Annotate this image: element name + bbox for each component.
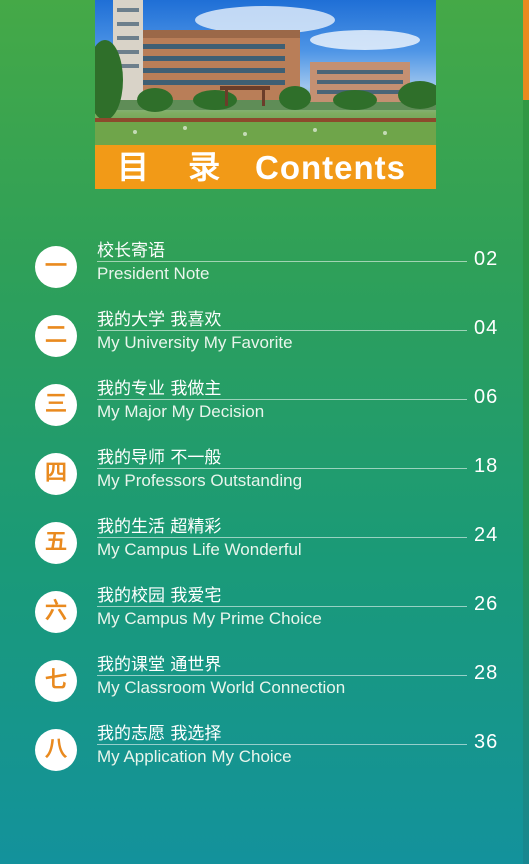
- toc-item[interactable]: 七 我的课堂 通世界 My Classroom World Connection…: [0, 655, 529, 720]
- toc-item[interactable]: 二 我的大学 我喜欢 My University My Favorite 04: [0, 310, 529, 375]
- chapter-title-en: President Note: [97, 264, 210, 283]
- page-number: 04: [474, 317, 499, 339]
- divider-line: [97, 537, 467, 538]
- toc-item[interactable]: 三 我的专业 我做主 My Major My Decision 06: [0, 379, 529, 444]
- banner-title-en: Contents: [255, 149, 406, 186]
- contents-banner: 目 录 Contents: [95, 145, 436, 189]
- chapter-title-cn: 我的课堂 通世界: [97, 655, 222, 675]
- chapter-number-badge: 七: [35, 660, 77, 702]
- divider-line: [97, 399, 467, 400]
- chapter-number-badge: 二: [35, 315, 77, 357]
- chapter-title-cn: 校长寄语: [97, 241, 165, 261]
- chapter-number-badge: 八: [35, 729, 77, 771]
- page-number: 18: [474, 455, 499, 477]
- divider-line: [97, 675, 467, 676]
- chapter-title-cn: 我的生活 超精彩: [97, 517, 222, 537]
- chapter-title-en: My Campus My Prime Choice: [97, 609, 322, 628]
- page-number: 28: [474, 662, 499, 684]
- toc-item[interactable]: 六 我的校园 我爱宅 My Campus My Prime Choice 26: [0, 586, 529, 651]
- toc-item[interactable]: 一 校长寄语 President Note 02: [0, 241, 529, 306]
- page-number: 24: [474, 524, 499, 546]
- toc-item[interactable]: 五 我的生活 超精彩 My Campus Life Wonderful 24: [0, 517, 529, 582]
- right-edge-accent: [523, 0, 529, 100]
- toc-item[interactable]: 四 我的导师 不一般 My Professors Outstanding 18: [0, 448, 529, 513]
- page-number: 02: [474, 248, 499, 270]
- chapter-title-cn: 我的志愿 我选择: [97, 724, 222, 744]
- page-number: 36: [474, 731, 499, 753]
- divider-line: [97, 468, 467, 469]
- chapter-title-cn: 我的校园 我爱宅: [97, 586, 222, 606]
- banner-title-cn: 目 录: [117, 148, 235, 186]
- page-number: 06: [474, 386, 499, 408]
- chapter-title-cn: 我的导师 不一般: [97, 448, 222, 468]
- chapter-number-badge: 四: [35, 453, 77, 495]
- chapter-number-badge: 五: [35, 522, 77, 564]
- chapter-title-cn: 我的大学 我喜欢: [97, 310, 222, 330]
- divider-line: [97, 261, 467, 262]
- toc-item[interactable]: 八 我的志愿 我选择 My Application My Choice 36: [0, 724, 529, 789]
- divider-line: [97, 606, 467, 607]
- page-number: 26: [474, 593, 499, 615]
- chapter-title-en: My Classroom World Connection: [97, 678, 346, 697]
- chapter-title-en: My Application My Choice: [97, 747, 292, 766]
- chapter-title-en: My University My Favorite: [97, 333, 293, 352]
- divider-line: [97, 330, 467, 331]
- chapter-title-en: My Major My Decision: [97, 402, 265, 421]
- campus-photo: [95, 0, 436, 145]
- chapter-title-en: My Campus Life Wonderful: [97, 540, 302, 559]
- chapter-title-cn: 我的专业 我做主: [97, 379, 222, 399]
- chapter-title-en: My Professors Outstanding: [97, 471, 303, 490]
- chapter-number-badge: 六: [35, 591, 77, 633]
- chapter-number-badge: 一: [35, 246, 77, 288]
- chapter-number-badge: 三: [35, 384, 77, 426]
- divider-line: [97, 744, 467, 745]
